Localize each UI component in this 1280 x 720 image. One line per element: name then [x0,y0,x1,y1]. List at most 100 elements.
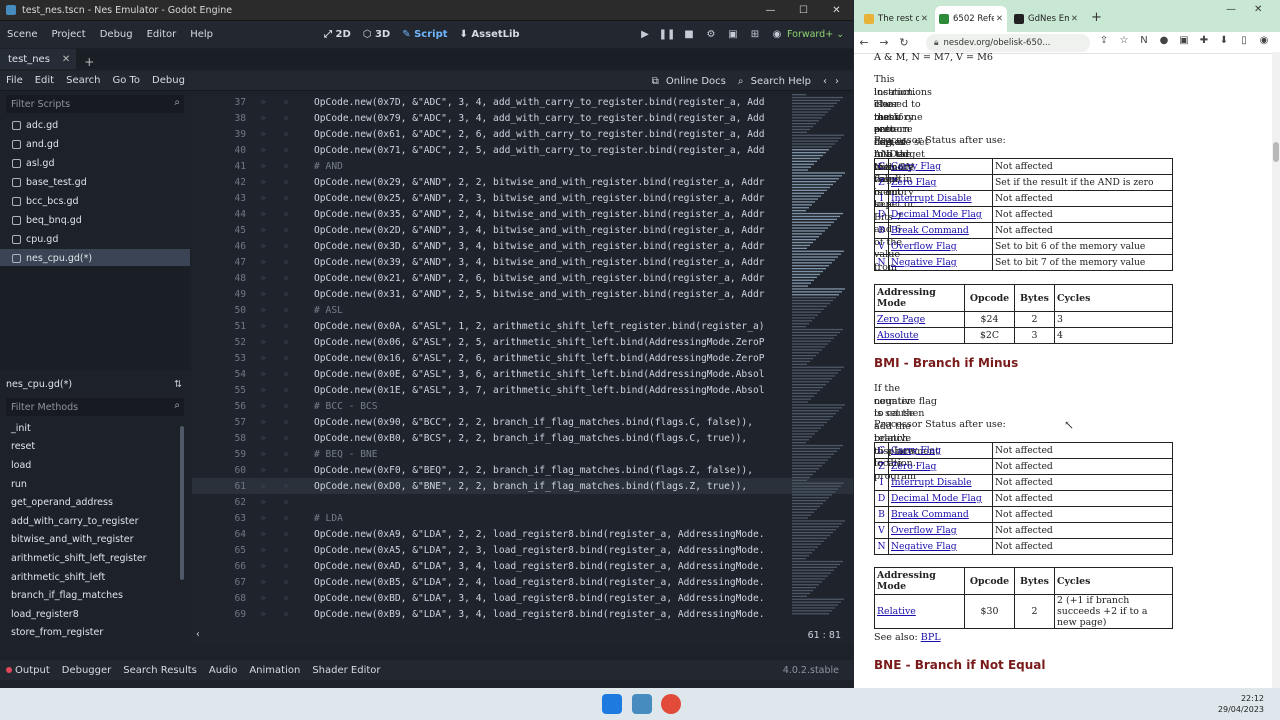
addressing-mode-link[interactable]: Relative [874,594,965,629]
code-editor[interactable]: 37 » » OpCode.new(0x7D, &"ADC", 3, 4, add_… [192,94,853,628]
chevron-right-icon[interactable]: › [831,76,843,87]
flag-name-link[interactable]: Break Command [888,222,993,239]
code-line[interactable]: 63 » » # LDA [192,510,853,526]
scene-tab[interactable]: test_nes ✕ [0,49,77,69]
sort-icon[interactable]: ⇅ [174,379,182,390]
share-icon[interactable]: ⇪ [1094,35,1114,46]
code-line[interactable]: 54 » » OpCode.new(0x0E, &"ASL", 3, 6, arit… [192,366,853,382]
method-item[interactable]: run [0,475,190,494]
menu-scene[interactable]: Scene [0,29,45,40]
code-line[interactable]: 49 » » OpCode.new(0x31, &"AND", 2, 5, bitw… [192,286,853,302]
code-line[interactable]: 59 » » # BEQ - BNE [192,446,853,462]
close-tab-icon[interactable]: ✕ [1071,14,1078,24]
code-line[interactable]: 57 » » OpCode.new(0x90, &"BCC", 2, 2, bran… [192,414,853,430]
flag-name-link[interactable]: Overflow Flag [888,522,993,539]
browser-tab[interactable]: The rest o ✕ [860,6,932,32]
extension-box-icon[interactable]: ▣ [1174,35,1194,46]
flag-name-link[interactable]: Decimal Mode Flag [888,490,993,507]
flag-name-link[interactable]: Negative Flag [888,254,993,271]
menu-help[interactable]: Help [183,29,220,40]
play-scene-icon[interactable]: ▣ [722,29,744,40]
script-file-item[interactable]: beq_bnq.gd [0,211,190,230]
method-item[interactable]: add_with_carry_to_register [0,512,190,531]
code-minimap[interactable] [790,94,848,628]
filter-scripts-input[interactable]: Filter Scripts ⌕ [6,95,184,113]
code-line[interactable]: 39 » » OpCode.new(0x61, &"ADC", 2, 6, add_… [192,126,853,142]
method-item[interactable]: load [0,456,190,475]
minimize-icon[interactable]: — [754,5,787,16]
code-line[interactable]: 55 » » OpCode.new(0x1E, &"ASL", 3, 7, arit… [192,382,853,398]
stop-icon[interactable]: ■ [678,29,700,40]
code-line[interactable]: 65 » » OpCode.new(0xA5, &"LDA", 2, 3, load… [192,542,853,558]
windows-start-icon[interactable] [602,694,622,714]
workspace-2d[interactable]: ⤢ 2D [318,29,357,40]
workspace-script[interactable]: ✎ Script [396,29,453,40]
code-line[interactable]: 66 » » OpCode.new(0xAD, &"LDA", 3, 4, load… [192,558,853,574]
extension-n-icon[interactable]: N [1134,35,1154,46]
pause-icon[interactable]: ❚❚ [656,29,678,40]
search-help-button[interactable]: ⌕ Search Help [734,76,819,87]
flag-name-link[interactable]: Carry Flag [888,442,993,459]
filter-methods-input[interactable]: Filter Methods ⌕ [6,398,184,416]
back-icon[interactable]: ← [854,36,874,49]
play-icon[interactable]: ▶ [634,29,656,40]
maximize-icon[interactable]: ☐ [787,5,820,16]
script-file-item[interactable]: base_test.gd [0,173,190,192]
method-item[interactable]: _init [0,419,190,438]
menu-project[interactable]: Project [45,29,93,40]
close-tab-icon[interactable]: ✕ [996,14,1003,24]
script-menu-search[interactable]: Search [60,75,106,86]
code-line[interactable]: 56 » » # BCC - BCS [192,398,853,414]
script-file-item[interactable]: and.gd [0,135,190,154]
godot-taskbar-icon[interactable] [632,694,652,714]
code-line[interactable]: 53 » » OpCode.new(0x16, &"ASL", 2, 6, arit… [192,350,853,366]
addressing-mode-link[interactable]: Absolute [874,327,965,344]
browser-menu-icon[interactable]: ⋮ [1274,35,1280,46]
profile-avatar[interactable]: ◉ [1254,35,1274,46]
method-item[interactable]: arithmetic_shift_left [0,568,190,587]
script-menu-file[interactable]: File [0,75,29,86]
browser-tab[interactable]: 6502 Refe ✕ [935,6,1007,32]
code-line[interactable]: 47 » » OpCode.new(0x39, &"AND", 3, 4, bitw… [192,254,853,270]
close-icon[interactable]: ✕ [820,5,853,16]
see-also-bpl-link[interactable]: BPL [921,632,941,643]
script-menu-edit[interactable]: Edit [29,75,60,86]
method-item[interactable]: branch_if_flag_matches [0,586,190,605]
close-tab-icon[interactable]: ✕ [62,54,70,65]
side-panel-icon[interactable]: ▯ [1234,35,1254,46]
new-tab-icon[interactable]: + [1091,10,1102,25]
method-item[interactable]: bitwise_and_with_register [0,531,190,550]
code-line[interactable]: 43 » » OpCode.new(0x25, &"AND", 2, 3, bitw… [192,190,853,206]
menu-editor[interactable]: Editor [140,29,184,40]
code-line[interactable]: 48 » » OpCode.new(0x21, &"AND", 2, 6, bitw… [192,270,853,286]
page-scrollbar[interactable] [1272,52,1280,688]
code-line[interactable]: 37 » » OpCode.new(0x7D, &"ADC", 3, 4, add_… [192,94,853,110]
flag-name-link[interactable]: Negative Flag [888,538,993,555]
add-scene-icon[interactable]: + [84,55,94,69]
method-item[interactable]: load_register8 [0,605,190,624]
flag-name-link[interactable]: Zero Flag [888,458,993,475]
workspace-3d[interactable]: ⬡ 3D [357,29,396,40]
bottom-tab-audio[interactable]: Audio [203,665,243,676]
bottom-tab-animation[interactable]: Animation [243,665,306,676]
renderer-select[interactable]: Forward+ ⌄ [787,29,844,40]
reload-icon[interactable]: ↻ [894,36,914,49]
code-line[interactable]: 64 » » OpCode.new(0xA9, &"LDA", 2, 2, load… [192,526,853,542]
code-line[interactable]: 68 » » OpCode.new(0xBD, &"LDA", 3, 4, load… [192,590,853,606]
method-item[interactable]: arithmetic_shift_left_register [0,549,190,568]
code-line[interactable]: 41 » » # AND [192,158,853,174]
flag-name-link[interactable]: Carry Flag [888,158,993,175]
browser-tab[interactable]: GdNes Em ✕ [1010,6,1082,32]
addressing-mode-link[interactable]: Zero Page [874,311,965,328]
bottom-tab-shader-editor[interactable]: Shader Editor [306,665,386,676]
play-custom-scene-icon[interactable]: ⊞ [744,29,766,40]
browser-minimize-icon[interactable]: — [1226,4,1236,15]
menu-debug[interactable]: Debug [93,29,140,40]
online-docs-button[interactable]: ⧉ Online Docs [648,76,734,87]
method-list-scrollbar[interactable] [180,426,184,580]
flag-name-link[interactable]: Decimal Mode Flag [888,206,993,223]
flag-name-link[interactable]: Overflow Flag [888,238,993,255]
address-bar[interactable]: 🔒︎ nesdev.org/obelisk-650... [926,34,1090,52]
workspace-assetlib[interactable]: ⬇ AssetLib [454,29,526,40]
script-file-item[interactable]: asl.gd [0,154,190,173]
